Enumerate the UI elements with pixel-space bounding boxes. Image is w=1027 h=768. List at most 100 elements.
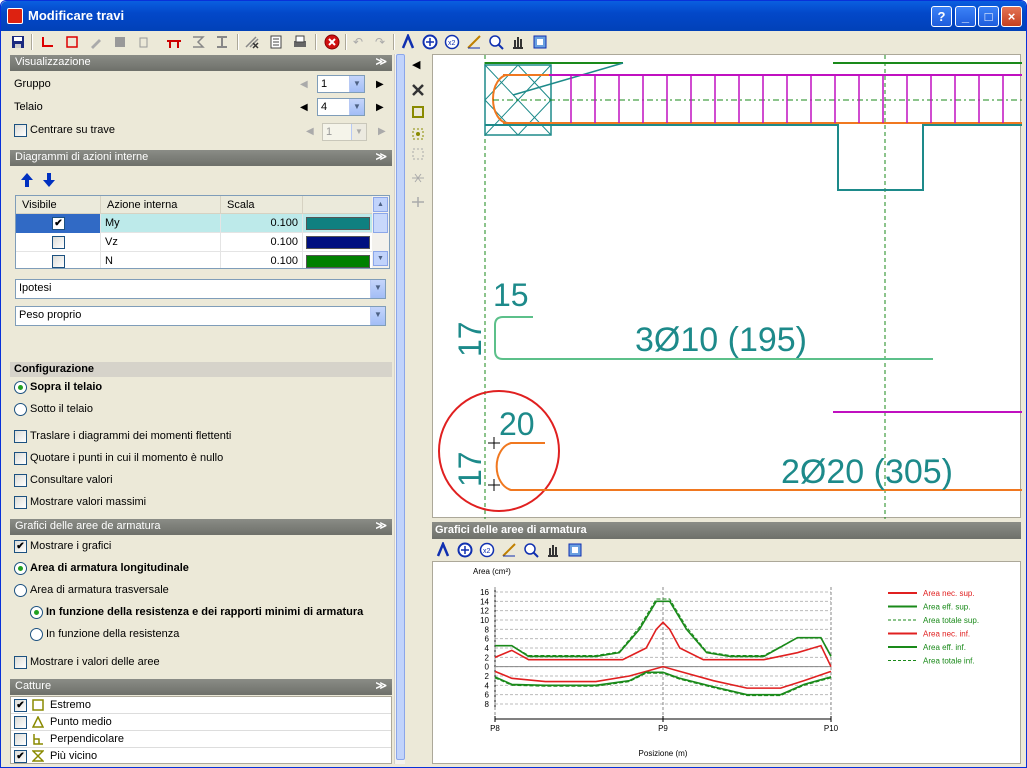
prev-telaio-icon[interactable]: ◀ bbox=[300, 102, 308, 113]
window-view-icon[interactable] bbox=[531, 33, 549, 51]
section-grafici[interactable]: Grafici delle aree de armatura ≫ bbox=[10, 519, 392, 535]
estremo-checkbox[interactable]: ✔ bbox=[14, 699, 27, 712]
ipotesi-select[interactable]: Ipotesi ▼ bbox=[15, 279, 386, 299]
print-icon[interactable] bbox=[291, 33, 309, 51]
maximize-button[interactable]: □ bbox=[978, 6, 999, 27]
zoom-window-icon[interactable]: x2 bbox=[478, 541, 496, 559]
section-catture[interactable]: Catture ≫ bbox=[10, 679, 392, 695]
list-item[interactable]: Punto medio bbox=[11, 714, 391, 731]
telaio-select[interactable]: 4 ▼ bbox=[317, 98, 365, 116]
zoom-out-icon[interactable] bbox=[487, 33, 505, 51]
scala-cell[interactable]: 0.100 bbox=[221, 214, 303, 233]
color-swatch[interactable] bbox=[306, 236, 370, 249]
list-item[interactable]: Perpendicolare bbox=[11, 731, 391, 748]
zoom-all-icon[interactable] bbox=[456, 541, 474, 559]
scroll-down-icon[interactable]: ▼ bbox=[373, 251, 388, 266]
traslare-checkbox[interactable] bbox=[14, 430, 27, 443]
table-scrollbar[interactable]: ▲ ▼ bbox=[372, 196, 389, 268]
zoom-window-icon[interactable]: x2 bbox=[443, 33, 461, 51]
resistenza-minimi-radio[interactable] bbox=[30, 606, 43, 619]
quotare-checkbox[interactable] bbox=[14, 452, 27, 465]
drawing-canvas[interactable]: 15 17 3Ø10 (195) 20 17 2Ø20 (305) bbox=[432, 54, 1022, 519]
list-item[interactable]: ✔ Estremo bbox=[11, 697, 391, 714]
resistenza-radio[interactable] bbox=[30, 628, 43, 641]
collapse-icon[interactable]: ≫ bbox=[375, 679, 387, 692]
cancel-icon[interactable] bbox=[323, 33, 341, 51]
collapse-icon[interactable]: ≫ bbox=[375, 55, 387, 68]
beam-icon[interactable] bbox=[165, 33, 183, 51]
next-telaio-icon[interactable]: ▶ bbox=[376, 102, 384, 113]
color-swatch[interactable] bbox=[306, 217, 370, 230]
delete-rebar-icon[interactable] bbox=[243, 33, 261, 51]
table-row[interactable]: Vz 0.100 bbox=[16, 233, 373, 252]
chevron-down-icon[interactable]: ▼ bbox=[370, 307, 385, 325]
collapse-icon[interactable]: ≫ bbox=[375, 150, 387, 163]
visible-checkbox[interactable] bbox=[52, 236, 65, 249]
massimi-checkbox[interactable] bbox=[14, 496, 27, 509]
color-swatch[interactable] bbox=[306, 255, 370, 268]
zoom-out-icon[interactable] bbox=[522, 541, 540, 559]
sopra-radio[interactable] bbox=[14, 381, 27, 394]
column-header[interactable]: Scala bbox=[221, 196, 303, 214]
chevron-down-icon[interactable]: ▼ bbox=[370, 280, 385, 298]
tools-icon[interactable] bbox=[410, 82, 426, 101]
mostrare-grafici-checkbox[interactable]: ✔ bbox=[14, 540, 27, 553]
column-header[interactable]: Visibile bbox=[16, 196, 101, 214]
scroll-thumb[interactable] bbox=[373, 213, 388, 233]
window-view-icon[interactable] bbox=[566, 541, 584, 559]
chevron-down-icon[interactable]: ▼ bbox=[349, 76, 364, 92]
save-icon[interactable] bbox=[9, 33, 27, 51]
punto-medio-checkbox[interactable] bbox=[14, 716, 27, 729]
zoom-pen-icon[interactable] bbox=[500, 541, 518, 559]
close-button[interactable]: × bbox=[1001, 6, 1022, 27]
consultare-checkbox[interactable] bbox=[14, 474, 27, 487]
chevron-down-icon[interactable]: ▼ bbox=[349, 99, 364, 115]
move-up-icon[interactable] bbox=[20, 172, 34, 191]
gruppo-select[interactable]: 1 ▼ bbox=[317, 75, 365, 93]
scala-cell[interactable]: 0.100 bbox=[221, 233, 303, 252]
section-visualizzazione[interactable]: Visualizzazione ≫ bbox=[10, 55, 392, 71]
sotto-radio[interactable] bbox=[14, 403, 27, 416]
table-row[interactable]: ✔ My 0.100 bbox=[16, 214, 373, 233]
snap-center-icon[interactable] bbox=[410, 126, 426, 145]
snap-end-icon[interactable] bbox=[410, 104, 426, 123]
zoom-pen-icon[interactable] bbox=[465, 33, 483, 51]
scroll-thumb[interactable] bbox=[396, 54, 405, 760]
table-row[interactable]: N 0.100 bbox=[16, 252, 373, 268]
redraw-icon[interactable] bbox=[399, 33, 417, 51]
next-gruppo-icon[interactable]: ▶ bbox=[376, 79, 384, 90]
mostrare-valori-checkbox[interactable] bbox=[14, 656, 27, 669]
collapse-left-icon[interactable]: ◀ bbox=[412, 58, 420, 71]
list-item[interactable]: ✔ Più vicino bbox=[11, 748, 391, 765]
collapse-icon[interactable]: ≫ bbox=[375, 519, 387, 532]
move-down-icon[interactable] bbox=[42, 172, 56, 191]
new-rect-icon[interactable] bbox=[63, 33, 81, 51]
scroll-up-icon[interactable]: ▲ bbox=[373, 197, 388, 212]
area-chart[interactable]: Area (cm²) 16 14 12 10 8 6 4 2 0 2 4 6 8 P8 P9 P10 Posizi… bbox=[432, 561, 1021, 764]
list-icon[interactable] bbox=[267, 33, 285, 51]
left-panel: Visualizzazione ≫ Gruppo ◀ 1 ▼ ▶ Telaio ◀ … bbox=[8, 54, 393, 764]
pan-icon[interactable] bbox=[544, 541, 562, 559]
centrare-checkbox[interactable] bbox=[14, 124, 27, 137]
area-long-radio[interactable] bbox=[14, 562, 27, 575]
visible-checkbox[interactable] bbox=[52, 255, 65, 268]
zoom-all-icon[interactable] bbox=[421, 33, 439, 51]
panel-scrollbar[interactable] bbox=[394, 54, 405, 764]
section-title: Visualizzazione bbox=[15, 56, 91, 68]
help-button[interactable]: ? bbox=[931, 6, 952, 27]
column-header[interactable]: Azione interna bbox=[101, 196, 221, 214]
visible-checkbox[interactable]: ✔ bbox=[52, 217, 65, 230]
area-trasv-radio[interactable] bbox=[14, 584, 27, 597]
legend-label: Area nec. inf. bbox=[923, 630, 970, 639]
caso-select[interactable]: Peso proprio ▼ bbox=[15, 306, 386, 326]
section-diagrammi[interactable]: Diagrammi di azioni interne ≫ bbox=[10, 150, 392, 166]
piu-vicino-checkbox[interactable]: ✔ bbox=[14, 750, 27, 763]
scala-cell[interactable]: 0.100 bbox=[221, 252, 303, 268]
redraw-icon[interactable] bbox=[434, 541, 452, 559]
pan-icon[interactable] bbox=[509, 33, 527, 51]
minimize-button[interactable]: _ bbox=[955, 6, 976, 27]
draw-line-icon[interactable] bbox=[39, 33, 57, 51]
punto-medio-label: Punto medio bbox=[50, 716, 112, 728]
perpendicolare-checkbox[interactable] bbox=[14, 733, 27, 746]
column-header[interactable] bbox=[303, 196, 373, 214]
